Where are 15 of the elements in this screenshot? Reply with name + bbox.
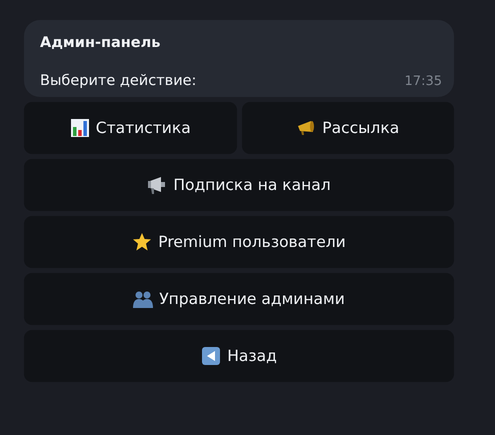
star-icon [132,232,152,252]
keyboard-button[interactable]: Premium пользователи [24,216,454,268]
keyboard-button[interactable]: Назад [24,330,454,382]
message-text: Выберите действие: [40,73,196,89]
people-icon [133,289,154,309]
message-title: Админ-панель [40,35,162,51]
keyboard-button[interactable]: Подписка на канал [24,159,454,211]
bar-chart-icon [70,118,90,138]
keyboard-button[interactable]: Статистика [24,102,236,154]
keyboard-button[interactable]: Управление админами [24,273,454,325]
megaphone-icon [296,118,316,138]
message-time: 17:35 [404,74,442,89]
loudspeaker-icon [147,175,168,195]
back-icon [201,346,222,366]
keyboard-button[interactable]: Рассылка [242,102,454,154]
